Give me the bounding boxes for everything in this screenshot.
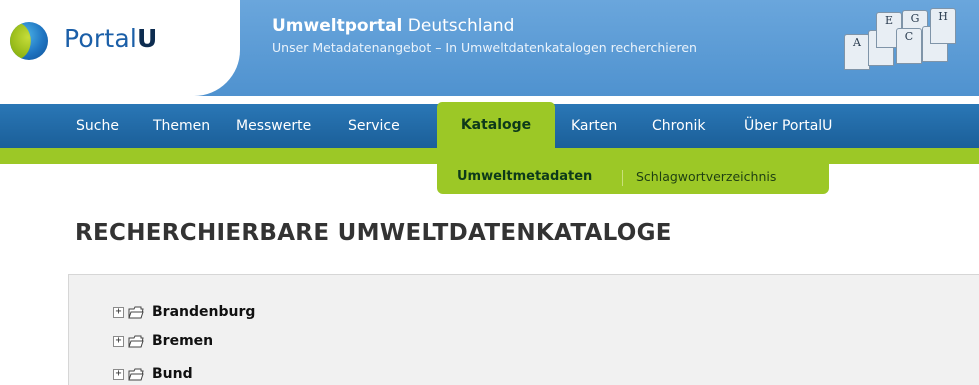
nav-item-service[interactable]: Service [348, 104, 400, 148]
page-title: RECHERCHIERBARE UMWELTDATENKATALOGE [75, 220, 672, 246]
expand-plus-icon[interactable]: + [113, 306, 124, 318]
subnav-item-umweltmetadaten[interactable]: Umweltmetadaten [457, 164, 592, 194]
nav-item-chronik[interactable]: Chronik [652, 104, 706, 148]
nav-item-suche[interactable]: Suche [76, 104, 119, 148]
catalog-tree-panel: + Brandenburg + Bremen + Bund [68, 274, 979, 385]
nav-item-kataloge[interactable]: Kataloge [437, 102, 555, 150]
site-title: Umweltportal Deutschland [272, 16, 515, 36]
expand-plus-icon[interactable]: + [113, 368, 124, 380]
folder-icon [128, 306, 144, 318]
subnav-item-schlagwortverzeichnis[interactable]: Schlagwortverzeichnis [636, 164, 776, 194]
subnav-bar [0, 148, 979, 164]
nav-item-ueber-portalu[interactable]: Über PortalU [744, 104, 832, 148]
index-card: H [930, 8, 956, 44]
site-subtitle: Unser Metadatenangebot – In Umweltdatenk… [272, 40, 697, 55]
expand-plus-icon[interactable]: + [113, 335, 124, 347]
folder-icon [128, 335, 144, 347]
nav-item-karten[interactable]: Karten [571, 104, 617, 148]
nav-item-messwerte[interactable]: Messwerte [236, 104, 311, 148]
tree-item-brandenburg[interactable]: + Brandenburg [113, 303, 255, 321]
tree-item-label[interactable]: Bremen [152, 333, 213, 349]
tree-item-bremen[interactable]: + Bremen [113, 332, 213, 350]
index-cards-illustration: A B E G C D H [840, 6, 979, 86]
sub-navigation: Umweltmetadaten Schlagwortverzeichnis [437, 164, 829, 194]
subnav-divider [622, 170, 623, 186]
folder-icon [128, 368, 144, 380]
tree-item-label[interactable]: Brandenburg [152, 304, 255, 320]
nav-item-themen[interactable]: Themen [153, 104, 210, 148]
index-card: C [896, 28, 922, 64]
index-card: A [844, 34, 870, 70]
tree-item-bund[interactable]: + Bund [113, 365, 193, 383]
tree-item-label[interactable]: Bund [152, 366, 193, 382]
portalu-logo-icon [10, 22, 48, 60]
logo-text: PortalU [64, 24, 158, 53]
logo-area[interactable]: PortalU [0, 0, 240, 96]
site-header: PortalU Umweltportal Deutschland Unser M… [0, 0, 979, 96]
